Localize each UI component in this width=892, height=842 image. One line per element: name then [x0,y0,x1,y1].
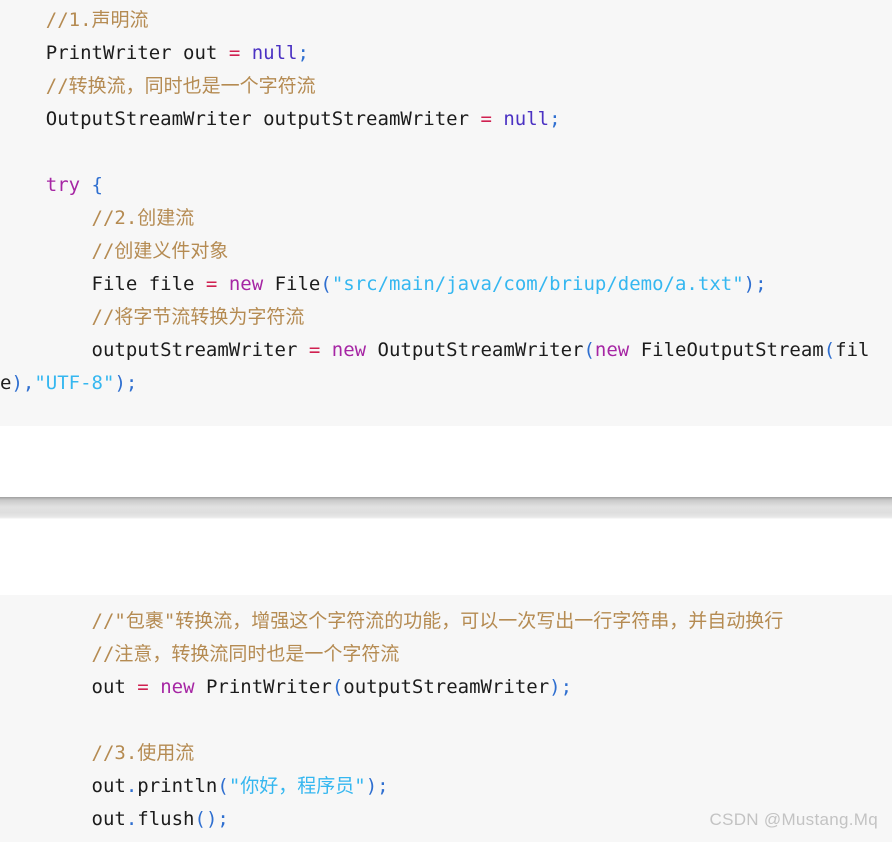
token-operator: = [205,273,218,295]
token-punctuation: ( [331,676,344,698]
token-punctuation: . [125,808,138,830]
horizontal-scrollbar[interactable] [0,497,892,519]
token-string: "UTF-8" [34,372,115,394]
token-keyword: new [228,273,264,295]
code-block-lower: //"包裹"转换流，增强这个字符流的功能，可以一次写出一行字符串，并自动换行 /… [0,595,892,842]
token-plain: out [91,676,138,698]
code-line: out = new PrintWriter(outputStreamWriter… [0,671,892,704]
token-punctuation: ; [755,273,767,295]
token-plain: println [137,775,218,797]
token-punctuation: ) [365,775,378,797]
token-punctuation: { [91,174,103,196]
token-punctuation: ; [217,808,229,830]
token-punctuation: ( [194,808,206,830]
token-string: "你好，程序员" [228,775,366,797]
token-keyword: new [594,339,630,361]
token-punctuation: ( [823,339,836,361]
token-punctuation: ) [114,372,126,394]
token-plain: outputStreamWriter [91,339,309,361]
csdn-watermark: CSDN @Mustang.Mq [709,810,878,829]
token-null: null [251,42,298,64]
code-line: //2.创建流 [0,202,892,235]
code-line: PrintWriter out = null; [0,37,892,70]
code-line: OutputStreamWriter outputStreamWriter = … [0,103,892,136]
token-keyword: try [45,174,81,196]
token-plain: outputStreamWriter [251,108,481,130]
token-punctuation: ) [205,808,218,830]
token-comment: //将字节流转换为字符流 [91,306,305,328]
token-keyword: new [160,676,195,698]
token-punctuation: . [125,775,138,797]
token-type: OutputStreamWriter [377,339,584,361]
code-line: try { [0,169,892,202]
token-punctuation: , [22,372,35,394]
token-operator: = [308,339,321,361]
token-comment: //创建义件对象 [91,240,229,262]
code-line: //3.使用流 [0,737,892,770]
token-type: FileOutputStream [640,339,824,361]
token-plain: out [91,775,126,797]
token-comment: //"包裹"转换流，增强这个字符流的功能，可以一次写出一行字符串，并自动换行 [91,610,784,632]
token-operator: = [228,42,241,64]
token-type: OutputStreamWriter [45,108,252,130]
code-area-upper[interactable]: //1.声明流 PrintWriter out = null; //转换流，同时… [0,0,892,400]
token-type: File [91,273,138,295]
token-punctuation: ( [217,775,229,797]
token-type: PrintWriter [45,42,172,64]
token-comment: //转换流，同时也是一个字符流 [45,75,316,97]
code-line: //注意，转换流同时也是一个字符流 [0,638,892,671]
token-plain: out [91,808,126,830]
token-punctuation: ; [549,108,561,130]
token-punctuation: ; [297,42,309,64]
token-operator: = [480,108,492,130]
token-type: PrintWriter [205,676,332,698]
code-line: File file = new File("src/main/java/com/… [0,268,892,301]
token-comment: //3.使用流 [91,742,195,764]
token-plain: flush [137,808,195,830]
token-comment: //2.创建流 [91,207,195,229]
token-null: null [503,108,550,130]
code-line: //"包裹"转换流，增强这个字符流的功能，可以一次写出一行字符串，并自动换行 [0,605,892,638]
token-keyword: new [331,339,367,361]
token-operator: = [137,676,149,698]
code-line: out.println("你好，程序员"); [0,770,892,803]
code-area-lower[interactable]: //"包裹"转换流，增强这个字符流的功能，可以一次写出一行字符串，并自动换行 /… [0,595,892,836]
token-comment: //1.声明流 [45,9,149,31]
token-punctuation: ; [560,676,573,698]
code-line: //将字节流转换为字符流 [0,301,892,334]
token-string: "src/main/java/com/briup/demo/a.txt" [331,273,744,295]
token-punctuation: ( [320,273,332,295]
token-plain: outputStreamWriter [343,676,550,698]
token-punctuation: ( [583,339,595,361]
token-punctuation: ; [377,775,389,797]
scrollbar-thumb[interactable] [0,497,892,519]
token-punctuation: ) [743,273,756,295]
token-punctuation: ; [125,372,138,394]
code-line: //1.声明流 [0,4,892,37]
token-plain: file [137,273,206,295]
token-type: File [274,273,321,295]
token-plain: out [171,42,229,64]
token-punctuation: ) [11,372,23,394]
code-line: //转换流，同时也是一个字符流 [0,70,892,103]
code-block-upper: //1.声明流 PrintWriter out = null; //转换流，同时… [0,0,892,426]
code-line: outputStreamWriter = new OutputStreamWri… [0,334,892,400]
code-line: //创建义件对象 [0,235,892,268]
token-punctuation: ) [549,676,561,698]
page-root: //1.声明流 PrintWriter out = null; //转换流，同时… [0,0,892,842]
token-comment: //注意，转换流同时也是一个字符流 [91,643,400,665]
